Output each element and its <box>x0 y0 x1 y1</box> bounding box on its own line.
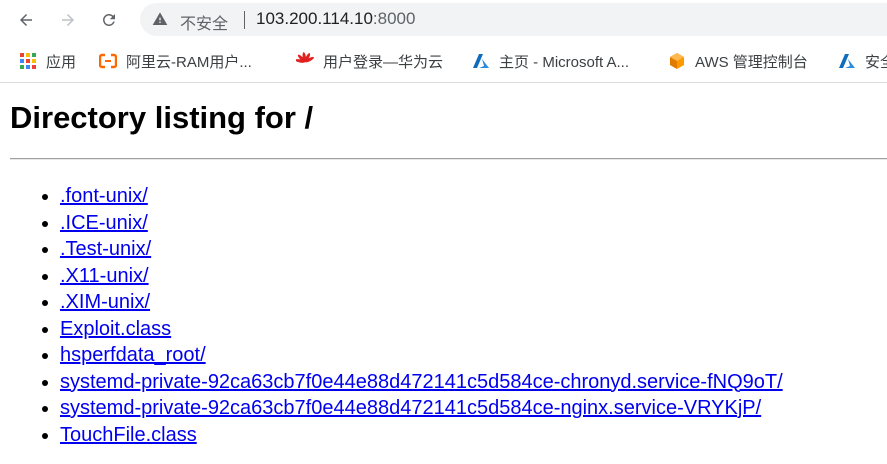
entry-link[interactable]: .ICE-unix/ <box>60 212 148 234</box>
url-host: 103.200.114.10 <box>256 9 373 28</box>
forward-button[interactable] <box>56 8 80 32</box>
bookmark-label: 应用 <box>46 53 77 71</box>
list-item: Exploit.class <box>60 316 783 343</box>
address-bar[interactable]: 不安全 103.200.114.10:8000 <box>140 3 887 36</box>
huawei-icon <box>296 52 314 70</box>
bookmark-azure-home[interactable]: 主页 - Microsoft A... <box>472 51 629 71</box>
entry-link[interactable]: systemd-private-92ca63cb7f0e44e88d472141… <box>60 371 783 393</box>
bookmarks-bar: 应用 阿里云-RAM用户... 用户登录—华为云 主页 - Microsoft <box>0 40 887 83</box>
forward-icon <box>62 14 74 26</box>
divider <box>10 158 887 160</box>
url-port: :8000 <box>372 9 416 28</box>
azure-icon <box>838 52 856 70</box>
list-item: .XIM-unix/ <box>60 289 783 316</box>
aliyun-icon <box>99 52 117 70</box>
entry-link[interactable]: systemd-private-92ca63cb7f0e44e88d472141… <box>60 397 761 419</box>
url-text[interactable]: 103.200.114.10:8000 <box>256 9 415 29</box>
entry-link[interactable]: .X11-unix/ <box>60 265 149 287</box>
entry-link[interactable]: hsperfdata_root/ <box>60 344 206 366</box>
list-item: .ICE-unix/ <box>60 210 783 237</box>
bookmark-apps[interactable]: 应用 <box>19 51 76 71</box>
entry-link[interactable]: .XIM-unix/ <box>60 291 150 313</box>
bookmark-label: 用户登录—华为云 <box>323 53 444 71</box>
list-item: .Test-unix/ <box>60 236 783 263</box>
bookmark-label: 阿里云-RAM用户... <box>126 53 252 71</box>
entry-link[interactable]: .font-unix/ <box>60 185 148 207</box>
list-item: TouchFile.class <box>60 422 783 449</box>
warning-triangle-icon[interactable] <box>152 11 168 27</box>
azure-icon <box>472 52 490 70</box>
list-item: systemd-private-92ca63cb7f0e44e88d472141… <box>60 395 783 422</box>
bookmark-label: 安全 <box>865 53 887 71</box>
entry-link[interactable]: Exploit.class <box>60 318 171 340</box>
bookmark-huawei[interactable]: 用户登录—华为云 <box>296 51 443 71</box>
address-divider <box>244 11 245 29</box>
list-item: .font-unix/ <box>60 183 783 210</box>
list-item: .X11-unix/ <box>60 263 783 290</box>
back-icon <box>20 14 32 26</box>
entry-link[interactable]: .Test-unix/ <box>60 238 151 260</box>
bookmark-label: AWS 管理控制台 <box>695 53 808 71</box>
page-title: Directory listing for / <box>10 100 314 135</box>
bookmark-aws[interactable]: AWS 管理控制台 <box>668 51 808 71</box>
reload-icon <box>102 13 115 26</box>
entry-link[interactable]: TouchFile.class <box>60 424 197 446</box>
browser-toolbar: 不安全 103.200.114.10:8000 <box>0 0 887 40</box>
list-item: systemd-private-92ca63cb7f0e44e88d472141… <box>60 369 783 396</box>
reload-button[interactable] <box>97 8 121 32</box>
bookmark-aliyun[interactable]: 阿里云-RAM用户... <box>99 51 252 71</box>
apps-grid-icon <box>19 52 37 70</box>
list-item: hsperfdata_root/ <box>60 342 783 369</box>
back-button[interactable] <box>14 8 38 32</box>
directory-listing: .font-unix/ .ICE-unix/ .Test-unix/ .X11-… <box>10 183 783 448</box>
bookmark-azure-security[interactable]: 安全 <box>838 51 887 71</box>
aws-icon <box>668 52 686 70</box>
bookmark-label: 主页 - Microsoft A... <box>499 53 630 71</box>
security-status-label[interactable]: 不安全 <box>180 10 228 34</box>
